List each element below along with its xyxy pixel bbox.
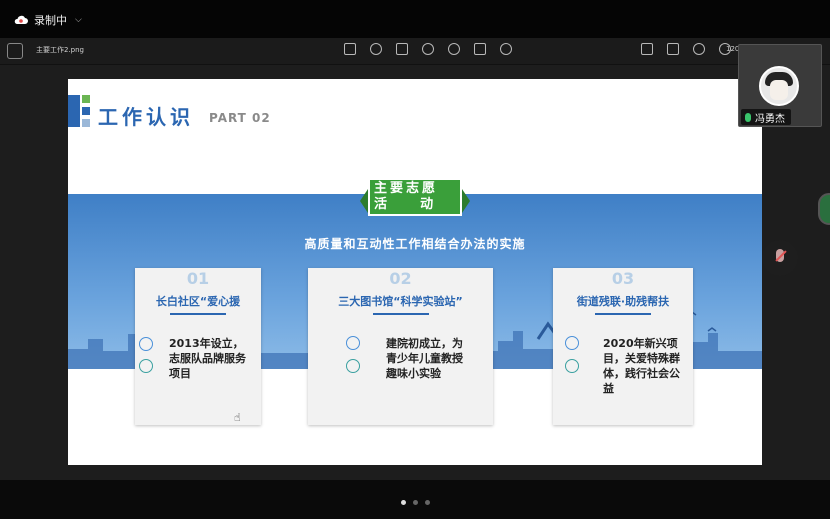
image-viewer-toolbar: 主要工作2.png 120 [0,38,830,65]
fit-window-icon[interactable] [667,43,679,55]
atom-icon [139,359,153,373]
participant-name-tag: 冯勇杰 [741,109,791,125]
page-indicator [0,500,830,505]
atom-icon [346,336,360,350]
share-icon[interactable] [474,43,486,55]
chevron-down-icon[interactable]: ⌵ [75,15,82,25]
more-icon[interactable] [500,43,512,55]
cloud-record-icon [14,15,28,24]
rotate-icon[interactable] [370,43,382,55]
atom-icon [139,337,153,351]
card-number: 01 [186,269,210,288]
participant-name: 冯勇杰 [755,113,785,125]
avatar [759,66,799,106]
page-dot[interactable] [412,500,418,505]
edit-tools [344,43,512,55]
file-name: 主要工作2.png [36,46,85,54]
slide-image: 工作认识 PART 02 主要志愿 活 动 高质量和互动性工作相结合办法的实施 … [68,79,762,465]
card-underline [372,313,429,315]
slide-title: 工作认识 [98,105,194,129]
atom-icon [346,359,360,373]
card-number: 02 [389,269,412,288]
activity-card-3: 03 街道残联·助残帮扶 2020年新兴项目，关爱特殊群体，践行社会公益 [553,268,693,425]
top-bar: 录制中 ⌵ [0,0,830,38]
slide-subtitle: 高质量和互动性工作相结合办法的实施 [304,237,526,251]
favorite-icon[interactable] [422,43,434,55]
card-underline [595,313,651,315]
card-title: 长白社区“爱心援 [155,295,241,308]
atom-icon [565,336,579,350]
recording-label: 录制中 [34,14,67,27]
part-label: PART 02 [209,111,271,125]
zoom-tools [641,43,731,55]
viewer-app-icon[interactable] [7,43,23,59]
microphone-on-icon [745,112,751,122]
card-title: 街道残联·助残帮扶 [576,295,670,308]
card-text: 2020年新兴项目，关爱特殊群体，践行社会公益 [603,337,680,395]
card-text: 2013年设立，志服队品牌服务项目 [169,337,246,380]
page-dot[interactable] [400,500,406,505]
fullscreen-icon[interactable] [641,43,653,55]
card-title: 三大图书馆“科学实验站” [338,295,463,308]
card-number: 03 [611,269,635,288]
recording-indicator[interactable]: 录制中 ⌵ [14,12,82,28]
mute-toggle-button[interactable] [762,240,798,276]
edit-icon[interactable] [344,43,356,55]
ribbon-line-2: 活 动 [374,197,437,212]
info-icon[interactable] [448,43,460,55]
activity-card-1: 01 长白社区“爱心援 2013年设立，志服队品牌服务项目 [135,268,261,425]
activity-card-2: 02 三大图书馆“科学实验站” 建院初成立，为青少年儿童教授趣味小实验 [308,268,493,425]
hand-cursor-icon: ☝ [234,411,241,424]
card-underline [170,313,226,315]
atom-icon [565,359,579,373]
participant-video-tile[interactable]: 冯勇杰 [738,44,822,127]
card-text: 建院初成立，为青少年儿童教授趣味小实验 [386,337,463,380]
zoom-out-icon[interactable] [693,43,705,55]
page-dot[interactable] [424,500,430,505]
section-ribbon: 主要志愿 活 动 [360,178,470,220]
side-panel-handle[interactable] [818,193,830,225]
ribbon-line-1: 主要志愿 [374,181,439,196]
section-logo [68,95,92,127]
delete-icon[interactable] [396,43,408,55]
